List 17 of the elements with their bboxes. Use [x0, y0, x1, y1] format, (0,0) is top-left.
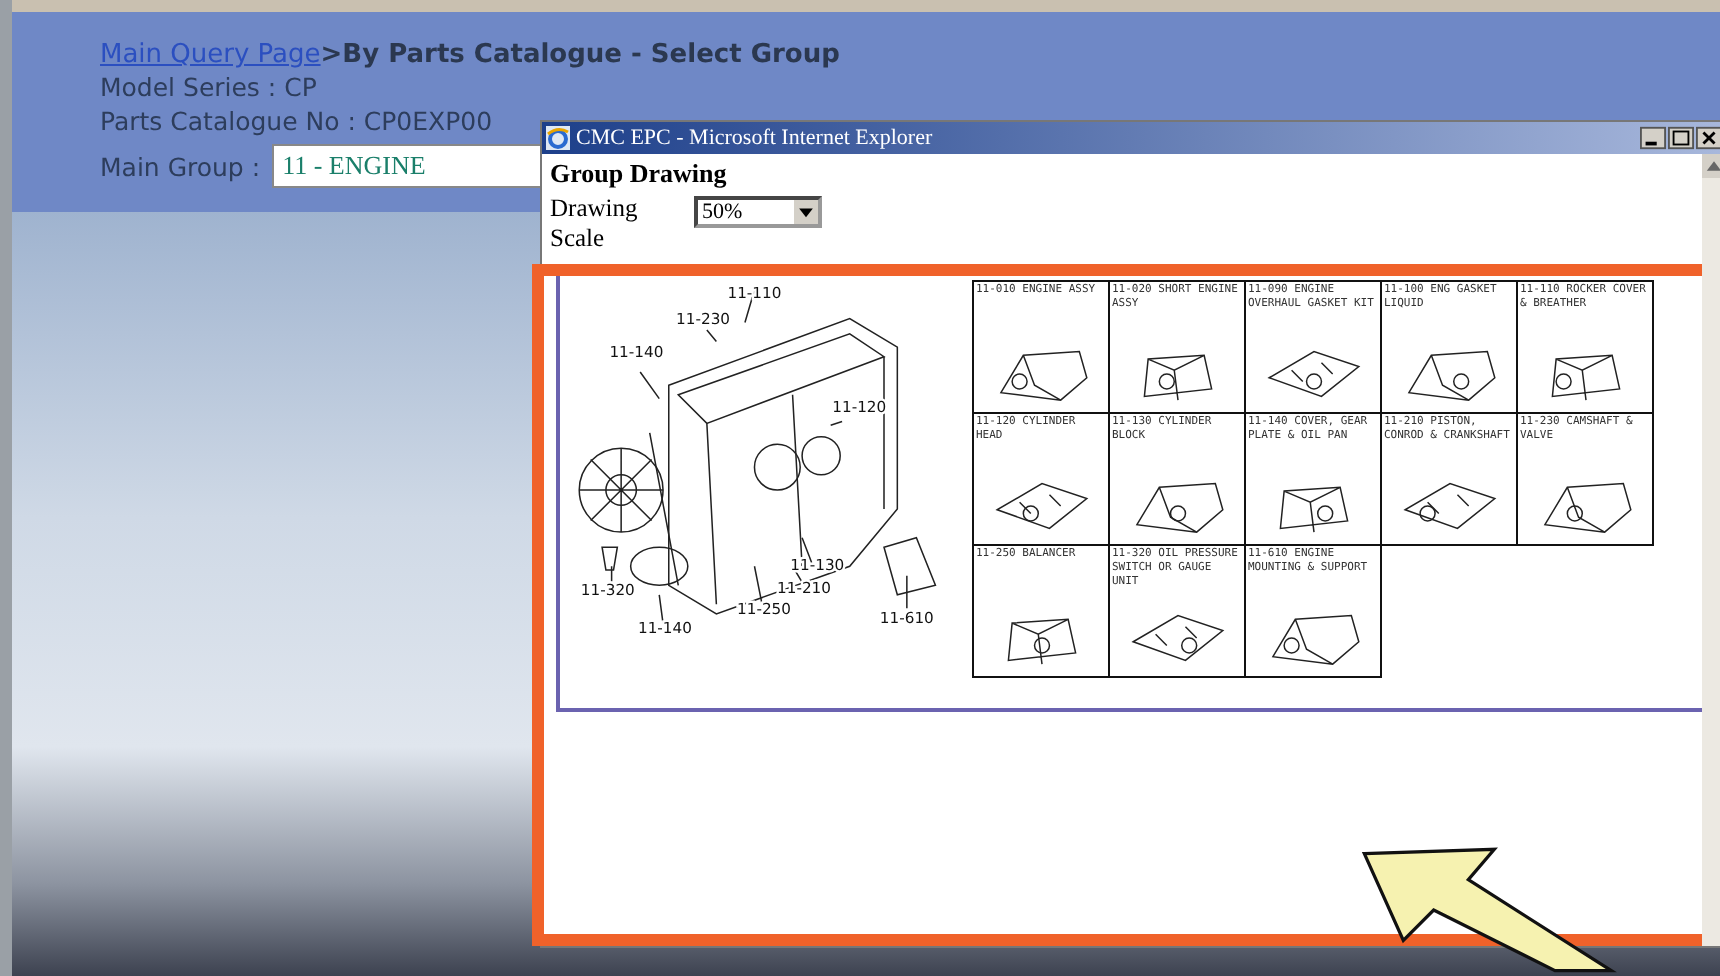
main-group-label: Main Group :	[100, 149, 261, 183]
page-title: >By Parts Catalogue - Select Group	[320, 40, 840, 70]
callout-label: 11-140	[609, 342, 664, 361]
callout-label: 11-610	[879, 609, 934, 628]
drawing-scale-label: Drawing Scale	[550, 194, 640, 254]
model-series-text: Model Series : CP	[100, 70, 317, 104]
window-title: CMC EPC - Microsoft Internet Explorer	[576, 126, 933, 150]
callout-label: 11-110	[727, 283, 782, 302]
group-drawing-heading: Group Drawing	[550, 158, 729, 190]
callout-label: 11-250	[737, 599, 791, 618]
callout-label: 11-140	[638, 618, 692, 637]
callout-label: 11-320	[580, 580, 635, 599]
callout-label: 11-230	[676, 310, 730, 329]
scale-dropdown[interactable]: 50%	[694, 196, 822, 228]
callout-label: 11-210	[777, 578, 831, 597]
main-group-field[interactable]: 11 - ENGINE	[272, 144, 545, 188]
catalogue-no-text: Parts Catalogue No : CP0EXP00	[100, 104, 493, 138]
